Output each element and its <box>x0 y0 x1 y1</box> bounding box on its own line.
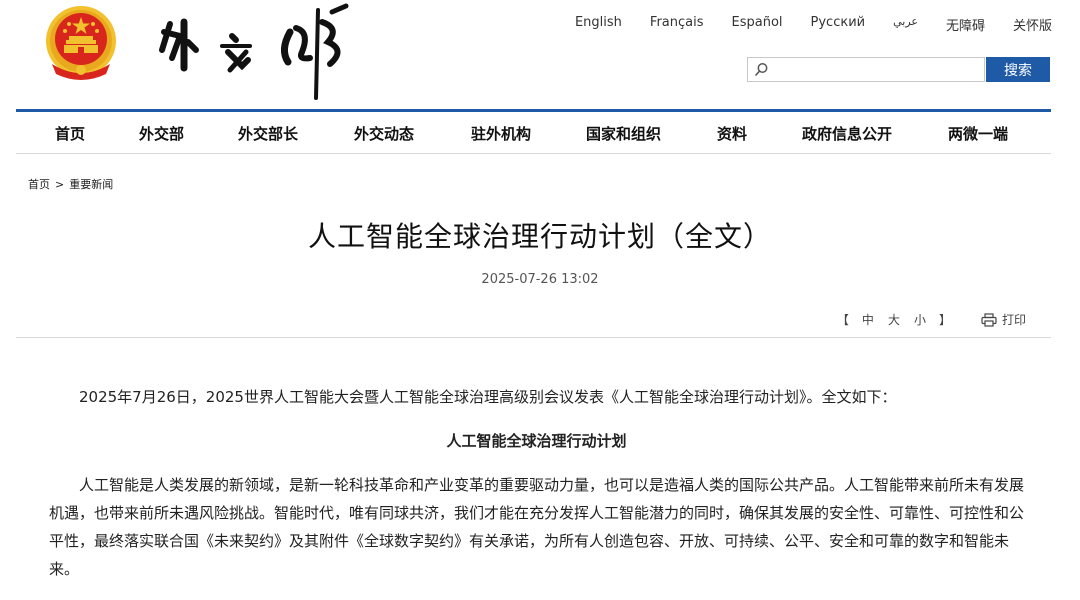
breadcrumb-home-link[interactable]: 首页 <box>28 178 50 191</box>
printer-icon <box>981 312 997 327</box>
content-divider <box>16 337 1051 338</box>
site-header: English Français Español Русский عربي 无障… <box>0 0 1080 110</box>
search-button[interactable]: 搜索 <box>986 57 1050 82</box>
nav-item-gov-info[interactable]: 政府信息公开 <box>802 123 892 144</box>
print-label: 打印 <box>1001 313 1026 327</box>
nav-item-resources[interactable]: 资料 <box>717 123 747 144</box>
article-body: 2025年7月26日，2025世界人工智能大会暨人工智能全球治理高级别会议发表《… <box>49 383 1024 583</box>
font-size-large-button[interactable]: 中 <box>862 311 874 328</box>
bracket-close: 】 <box>938 313 951 327</box>
national-emblem-logo[interactable] <box>42 4 120 82</box>
nav-item-social[interactable]: 两微一端 <box>948 123 1008 144</box>
lang-link-french[interactable]: Français <box>650 15 704 34</box>
font-size-medium-button[interactable]: 大 <box>888 311 900 328</box>
breadcrumb-current-link[interactable]: 重要新闻 <box>69 178 113 191</box>
article-date: 2025-07-26 13:02 <box>481 272 599 287</box>
article-intro: 2025年7月26日，2025世界人工智能大会暨人工智能全球治理高级别会议发表《… <box>79 388 897 406</box>
main-nav: 首页 外交部 外交部长 外交动态 驻外机构 国家和组织 资料 政府信息公开 两微… <box>16 109 1051 154</box>
lang-link-arabic[interactable]: عربي <box>893 15 918 34</box>
article-paragraph: 人工智能是人类发展的新领域，是新一轮科技革命和产业变革的重要驱动力量，也可以是造… <box>49 476 1025 578</box>
search-icon <box>755 63 768 76</box>
nav-item-countries[interactable]: 国家和组织 <box>586 123 661 144</box>
ministry-calligraphy-logo[interactable] <box>150 2 355 102</box>
lang-link-russian[interactable]: Русский <box>811 15 866 34</box>
nav-item-activities[interactable]: 外交动态 <box>354 123 414 144</box>
article-subtitle: 人工智能全球治理行动计划 <box>446 432 627 450</box>
nav-item-ministry[interactable]: 外交部 <box>139 123 184 144</box>
nav-item-minister[interactable]: 外交部长 <box>238 123 298 144</box>
lang-link-spanish[interactable]: Español <box>732 15 783 34</box>
font-size-switcher: 【 中 大 小 】 <box>831 311 957 328</box>
lang-link-english[interactable]: English <box>575 15 622 34</box>
search-box <box>747 57 985 82</box>
article-tools: 【 中 大 小 】 打印 <box>831 311 1026 328</box>
bracket-open: 【 <box>836 313 849 327</box>
accessibility-link[interactable]: 无障碍 <box>946 15 985 34</box>
elderly-care-version-link[interactable]: 关怀版 <box>1013 15 1052 34</box>
language-bar: English Français Español Русский عربي 无障… <box>547 15 1052 34</box>
nav-item-home[interactable]: 首页 <box>55 123 85 144</box>
nav-item-missions[interactable]: 驻外机构 <box>471 123 531 144</box>
print-button[interactable]: 打印 <box>981 311 1026 328</box>
breadcrumb-separator: > <box>55 178 65 191</box>
breadcrumb: 首页 > 重要新闻 <box>28 176 113 192</box>
search-input[interactable] <box>774 59 983 82</box>
article-title: 人工智能全球治理行动计划（全文） <box>307 220 772 253</box>
font-size-small-button[interactable]: 小 <box>914 311 926 328</box>
